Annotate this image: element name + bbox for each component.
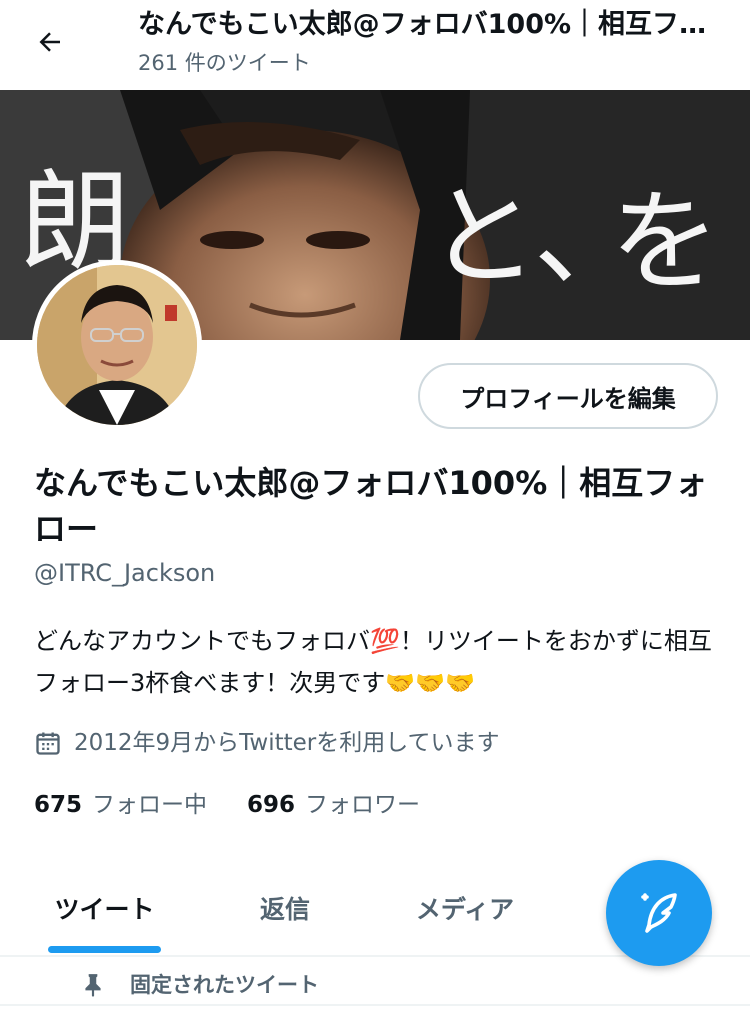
top-bar: なんでもこい太郎@フォロバ100%｜相互フォロー 261 件のツイート <box>0 0 750 90</box>
pin-icon <box>80 972 106 998</box>
edit-profile-button[interactable]: プロフィールを編集 <box>418 363 718 429</box>
tab-tweets[interactable]: ツイート <box>24 860 185 955</box>
profile-bio: どんなアカウントでもフォロバ💯！リツイートをおかずに相互フォロー3杯食べます！次… <box>34 627 712 697</box>
pinned-text: 固定されたツイート <box>130 973 319 997</box>
pinned-tweet-label: 固定されたツイート <box>80 968 319 1002</box>
follow-stats: 675 フォロー中 696 フォロワー <box>34 788 460 822</box>
joined-date: 2012年9月からTwitterを利用しています <box>34 726 500 760</box>
followers-count: 696 <box>247 792 296 818</box>
following-label: フォロー中 <box>92 792 208 818</box>
user-handle: @ITRC_Jackson <box>34 559 216 587</box>
following-link[interactable]: 675 フォロー中 <box>34 788 207 822</box>
calendar-icon <box>34 729 62 757</box>
compose-feather-icon <box>641 893 677 933</box>
tweet-count: 261 件のツイート <box>138 51 311 75</box>
joined-text: 2012年9月からTwitterを利用しています <box>74 730 500 756</box>
tab-replies[interactable]: 返信 <box>200 860 370 955</box>
display-name: なんでもこい太郎@フォロバ100%｜相互フォロー <box>34 464 708 548</box>
followers-link[interactable]: 696 フォロワー <box>247 788 420 822</box>
back-button[interactable] <box>30 22 70 62</box>
arrow-left-icon <box>39 32 60 52</box>
header-title: なんでもこい太郎@フォロバ100%｜相互フォロー <box>138 9 718 40</box>
avatar[interactable] <box>32 260 202 430</box>
compose-tweet-button[interactable] <box>606 860 712 966</box>
tab-media[interactable]: メディア <box>380 860 550 955</box>
followers-label: フォロワー <box>305 792 421 818</box>
pinned-divider <box>0 1004 750 1006</box>
active-tab-indicator <box>48 946 161 953</box>
following-count: 675 <box>34 792 83 818</box>
banner-char-3: を <box>610 178 720 306</box>
